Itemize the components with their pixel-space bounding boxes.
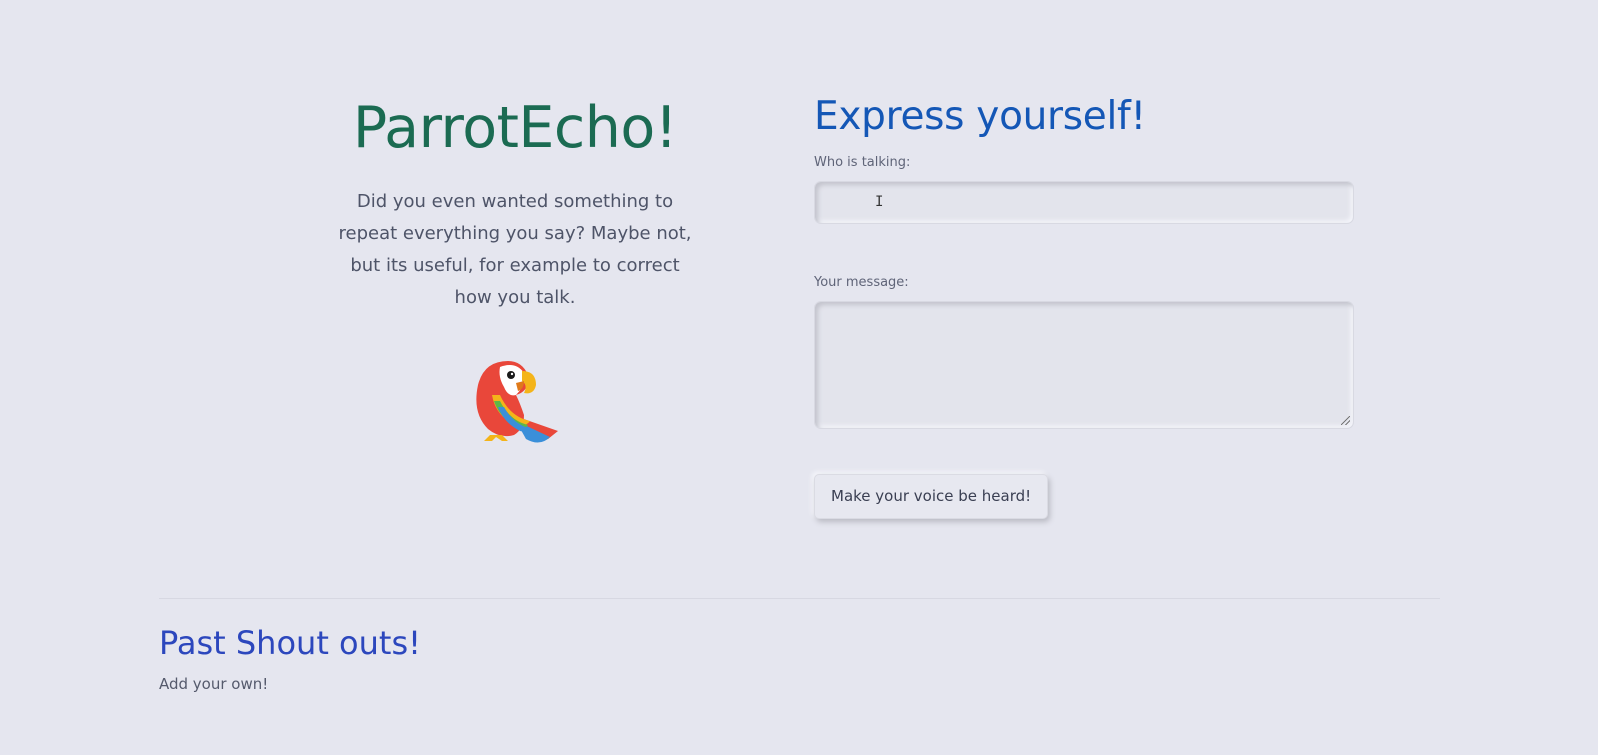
brand-title: ParrotEcho! xyxy=(352,95,678,161)
page: ParrotEcho! Did you even wanted somethin… xyxy=(0,0,1598,755)
section-divider xyxy=(159,598,1440,599)
name-input[interactable]: I xyxy=(814,181,1354,224)
intro-text: Did you even wanted something to repeat … xyxy=(338,191,692,308)
text-cursor-icon: I xyxy=(875,194,884,210)
past-shoutouts-title: Past Shout outs! xyxy=(159,624,421,662)
message-form: Express yourself! Who is talking: I Your… xyxy=(814,92,1354,519)
parrot-icon xyxy=(470,355,560,447)
name-label: Who is talking: xyxy=(814,155,911,170)
message-textarea[interactable] xyxy=(814,301,1354,429)
message-label: Your message: xyxy=(814,275,909,290)
hero-section: ParrotEcho! Did you even wanted somethin… xyxy=(330,90,700,314)
resize-grip-icon[interactable] xyxy=(1341,416,1350,425)
past-shoutouts-subtitle: Add your own! xyxy=(159,675,269,693)
form-title: Express yourself! xyxy=(814,94,1146,139)
submit-button[interactable]: Make your voice be heard! xyxy=(814,474,1049,519)
